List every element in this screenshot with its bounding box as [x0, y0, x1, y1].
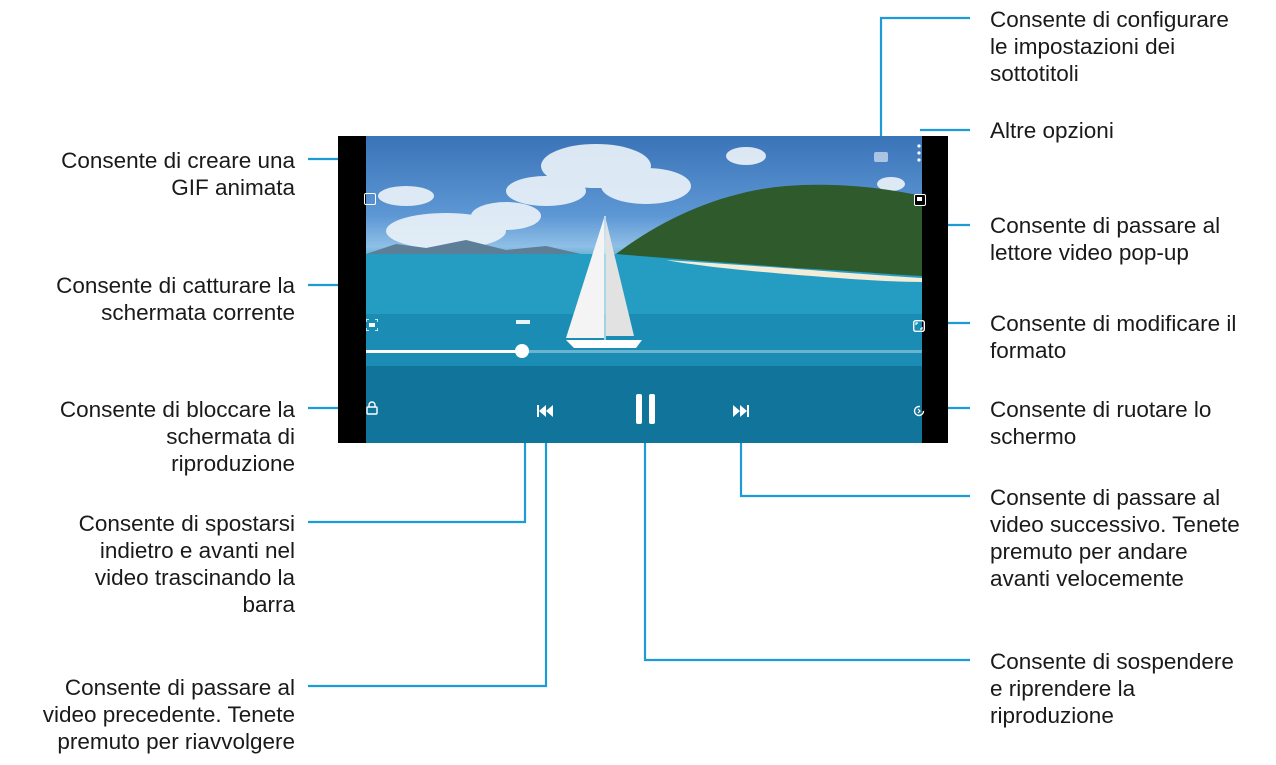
seek-bar[interactable] — [366, 344, 922, 358]
callout-subtitle-settings: Consente di configurare le impostazioni … — [990, 7, 1229, 86]
more-options-icon[interactable] — [916, 136, 922, 170]
callout-capture-screen: Consente di catturare la schermata corre… — [56, 273, 295, 325]
rotate-icon[interactable] — [913, 402, 925, 417]
callout-next-video: Consente di passare al video successivo.… — [990, 485, 1240, 591]
popup-player-icon[interactable] — [914, 194, 926, 206]
next-icon[interactable] — [733, 402, 749, 417]
callout-aspect-ratio: Consente di modificare il formato — [990, 311, 1237, 363]
callout-rotate-screen: Consente di ruotare lo schermo — [990, 397, 1212, 449]
pause-icon[interactable] — [636, 394, 656, 424]
callout-previous-video: Consente di passare al video precedente.… — [42, 675, 295, 754]
subtitle-icon[interactable] — [874, 152, 888, 162]
callout-seek-bar: Consente di spostarsi indietro e avanti … — [78, 511, 295, 617]
seek-bar-thumb[interactable] — [514, 344, 529, 358]
callout-create-gif: Consente di creare una GIF animata — [61, 148, 295, 200]
callout-popup-player: Consente di passare al lettore video pop… — [990, 213, 1221, 265]
previous-icon[interactable] — [537, 402, 553, 417]
callout-more-options: Altre opzioni — [990, 118, 1114, 143]
video-player-screen — [338, 136, 948, 443]
lock-icon[interactable] — [366, 400, 378, 415]
leader-previous — [308, 410, 548, 688]
capture-icon[interactable] — [365, 316, 379, 332]
callout-pause-resume: Consente di sospendere e riprendere la r… — [990, 649, 1234, 728]
aspect-ratio-icon[interactable] — [912, 317, 926, 333]
seek-bar-fill — [366, 350, 522, 353]
leader-pause — [643, 420, 970, 662]
leader-subtitle — [879, 16, 970, 152]
gif-icon[interactable] — [364, 193, 376, 205]
callout-lock-screen: Consente di bloccare la schermata di rip… — [59, 397, 295, 476]
